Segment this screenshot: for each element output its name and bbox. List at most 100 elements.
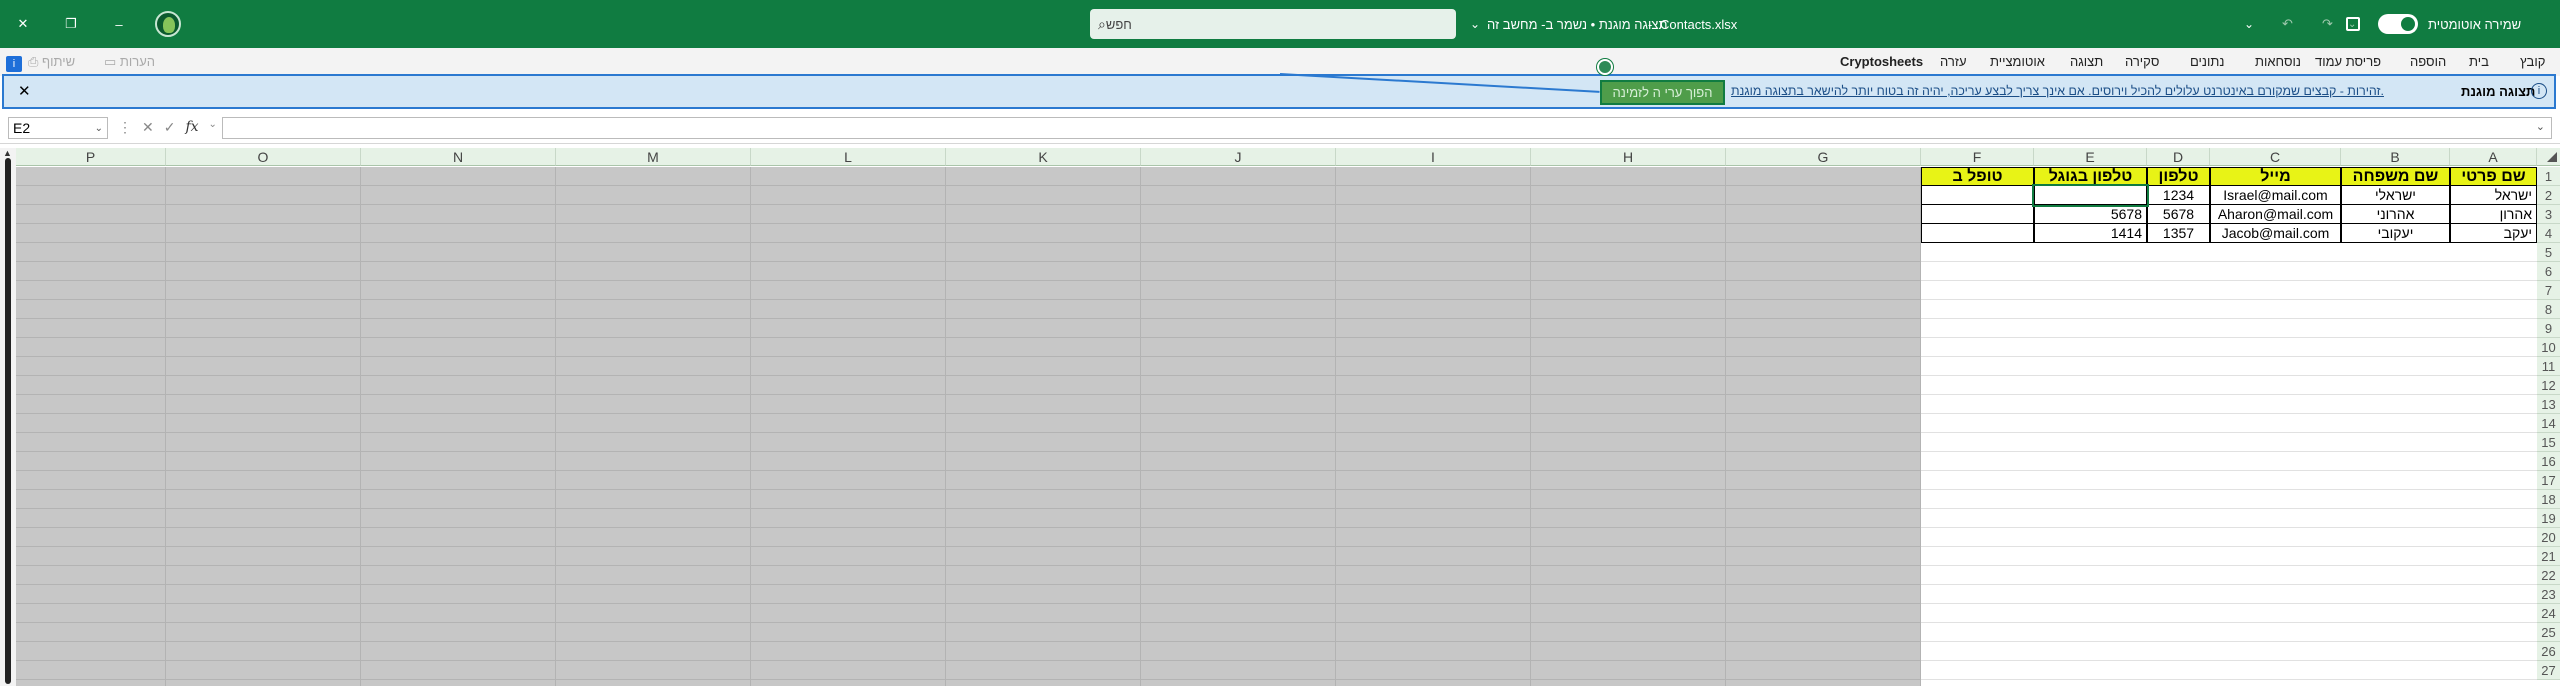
column-header-l[interactable]: L bbox=[751, 148, 946, 166]
column-header-e[interactable]: E bbox=[2034, 148, 2147, 166]
cell-f4[interactable] bbox=[1921, 224, 2034, 243]
cell-c2[interactable]: Israel@mail.com bbox=[2210, 186, 2341, 205]
row-header-21[interactable]: 21 bbox=[2537, 547, 2560, 566]
autosave-toggle[interactable] bbox=[2378, 0, 2418, 48]
column-header-j[interactable]: J bbox=[1141, 148, 1336, 166]
header-cell-f[interactable]: טופל ב bbox=[1921, 167, 2034, 186]
row-header-15[interactable]: 15 bbox=[2537, 433, 2560, 452]
row-header-13[interactable]: 13 bbox=[2537, 395, 2560, 414]
row-header-5[interactable]: 5 bbox=[2537, 243, 2560, 262]
row-header-7[interactable]: 7 bbox=[2537, 281, 2560, 300]
column-header-k[interactable]: K bbox=[946, 148, 1141, 166]
undo-icon[interactable]: ↶ bbox=[2282, 0, 2293, 48]
tab-insert[interactable]: הוספה bbox=[2410, 54, 2446, 69]
comments-button[interactable]: ▭ הערות bbox=[104, 54, 155, 70]
scroll-up-icon[interactable]: ▲ bbox=[3, 148, 12, 158]
row-header-23[interactable]: 23 bbox=[2537, 585, 2560, 604]
row-header-11[interactable]: 11 bbox=[2537, 357, 2560, 376]
tab-automate[interactable]: אוטומציית bbox=[1990, 54, 2045, 69]
formula-input[interactable]: ⌄ bbox=[222, 117, 2552, 139]
qat-customize-icon[interactable]: ⌄ bbox=[2244, 0, 2254, 48]
restore-window-button[interactable]: ❐ bbox=[48, 0, 94, 48]
row-header-10[interactable]: 10 bbox=[2537, 338, 2560, 357]
add-in-badge-icon[interactable]: i bbox=[6, 56, 22, 72]
banner-close-button[interactable]: ✕ bbox=[18, 82, 31, 100]
cell-b2[interactable]: ישראלי bbox=[2341, 186, 2450, 205]
insert-function-button[interactable]: fx bbox=[185, 119, 198, 136]
column-header-d[interactable]: D bbox=[2147, 148, 2210, 166]
column-header-m[interactable]: M bbox=[556, 148, 751, 166]
name-box[interactable]: E2 ⌄ bbox=[8, 117, 108, 139]
row-header-19[interactable]: 19 bbox=[2537, 509, 2560, 528]
cell-e2[interactable] bbox=[2032, 184, 2149, 207]
minimize-window-button[interactable]: – bbox=[96, 0, 142, 48]
row-header-20[interactable]: 20 bbox=[2537, 528, 2560, 547]
row-header-2[interactable]: 2 bbox=[2537, 186, 2560, 205]
account-avatar-button[interactable] bbox=[155, 0, 181, 48]
tab-data[interactable]: נתונים bbox=[2190, 54, 2224, 69]
cell-b4[interactable]: יעקובי bbox=[2341, 224, 2450, 243]
tab-file[interactable]: קובץ bbox=[2520, 54, 2545, 69]
row-header-4[interactable]: 4 bbox=[2537, 224, 2560, 243]
row-header-22[interactable]: 22 bbox=[2537, 566, 2560, 585]
document-status[interactable]: תצוגה מוגנת • נשמר ב- מחשב זה bbox=[1487, 0, 1667, 48]
column-header-h[interactable]: H bbox=[1531, 148, 1726, 166]
column-header-o[interactable]: O bbox=[166, 148, 361, 166]
scrollbar-thumb[interactable] bbox=[5, 158, 11, 684]
column-header-n[interactable]: N bbox=[361, 148, 556, 166]
row-header-14[interactable]: 14 bbox=[2537, 414, 2560, 433]
cell-e3[interactable]: 5678 bbox=[2034, 205, 2147, 224]
title-dropdown-icon[interactable]: ⌄ bbox=[1470, 0, 1480, 48]
cell-d4[interactable]: 1357 bbox=[2147, 224, 2210, 243]
tab-formulas[interactable]: נוסחאות bbox=[2255, 54, 2301, 69]
column-header-i[interactable]: I bbox=[1336, 148, 1531, 166]
share-button[interactable]: ⎙ שיתוף bbox=[28, 54, 75, 70]
redo-icon[interactable]: ↷ bbox=[2322, 0, 2333, 48]
header-cell-a[interactable]: שם פרטי bbox=[2450, 167, 2537, 186]
cell-a2[interactable]: ישראל bbox=[2450, 186, 2537, 205]
banner-message[interactable]: זהירות - קבצים שמקורם באינטרנט עלולים לה… bbox=[1731, 84, 2384, 98]
row-header-27[interactable]: 27 bbox=[2537, 661, 2560, 680]
header-cell-b[interactable]: שם משפחה bbox=[2341, 167, 2450, 186]
tab-view[interactable]: תצוגה bbox=[2070, 54, 2103, 69]
row-header-16[interactable]: 16 bbox=[2537, 452, 2560, 471]
more-options-icon[interactable]: ⋮ bbox=[118, 119, 132, 136]
cell-e4[interactable]: 1414 bbox=[2034, 224, 2147, 243]
cell-b3[interactable]: אהרוני bbox=[2341, 205, 2450, 224]
close-window-button[interactable]: ✕ bbox=[0, 0, 46, 48]
cell-a4[interactable]: יעקב bbox=[2450, 224, 2537, 243]
column-header-a[interactable]: A bbox=[2450, 148, 2537, 166]
row-header-6[interactable]: 6 bbox=[2537, 262, 2560, 281]
cell-a3[interactable]: אהרון bbox=[2450, 205, 2537, 224]
cell-f2[interactable] bbox=[1921, 186, 2034, 205]
column-header-f[interactable]: F bbox=[1921, 148, 2034, 166]
cancel-icon[interactable]: ✕ bbox=[142, 119, 154, 136]
column-header-b[interactable]: B bbox=[2341, 148, 2450, 166]
search-box[interactable]: חפש ⌕ bbox=[1090, 9, 1456, 39]
tab-cryptosheets[interactable]: Cryptosheets bbox=[1840, 54, 1923, 69]
row-header-18[interactable]: 18 bbox=[2537, 490, 2560, 509]
enter-icon[interactable]: ✓ bbox=[164, 119, 176, 136]
cell-c4[interactable]: Jacob@mail.com bbox=[2210, 224, 2341, 243]
function-dropdown-icon[interactable]: ⌄ bbox=[209, 119, 217, 136]
tab-review[interactable]: סקירה bbox=[2125, 54, 2159, 69]
header-cell-e[interactable]: טלפון בגוגל bbox=[2034, 167, 2147, 186]
row-header-8[interactable]: 8 bbox=[2537, 300, 2560, 319]
row-header-1[interactable]: 1 bbox=[2537, 167, 2560, 186]
column-header-g[interactable]: G bbox=[1726, 148, 1921, 166]
cell-c3[interactable]: Aharon@mail.com bbox=[2210, 205, 2341, 224]
row-header-12[interactable]: 12 bbox=[2537, 376, 2560, 395]
expand-formula-icon[interactable]: ⌄ bbox=[2536, 120, 2545, 133]
header-cell-d[interactable]: טלפון bbox=[2147, 167, 2210, 186]
tab-home[interactable]: בית bbox=[2469, 54, 2489, 69]
row-header-26[interactable]: 26 bbox=[2537, 642, 2560, 661]
save-button[interactable] bbox=[2346, 0, 2360, 48]
row-header-9[interactable]: 9 bbox=[2537, 319, 2560, 338]
column-header-c[interactable]: C bbox=[2210, 148, 2341, 166]
select-all-corner[interactable] bbox=[2537, 148, 2560, 166]
vertical-scrollbar[interactable]: ▲ bbox=[0, 148, 16, 686]
column-header-p[interactable]: P bbox=[16, 148, 166, 166]
header-cell-c[interactable]: מייל bbox=[2210, 167, 2341, 186]
cell-f3[interactable] bbox=[1921, 205, 2034, 224]
row-header-24[interactable]: 24 bbox=[2537, 604, 2560, 623]
